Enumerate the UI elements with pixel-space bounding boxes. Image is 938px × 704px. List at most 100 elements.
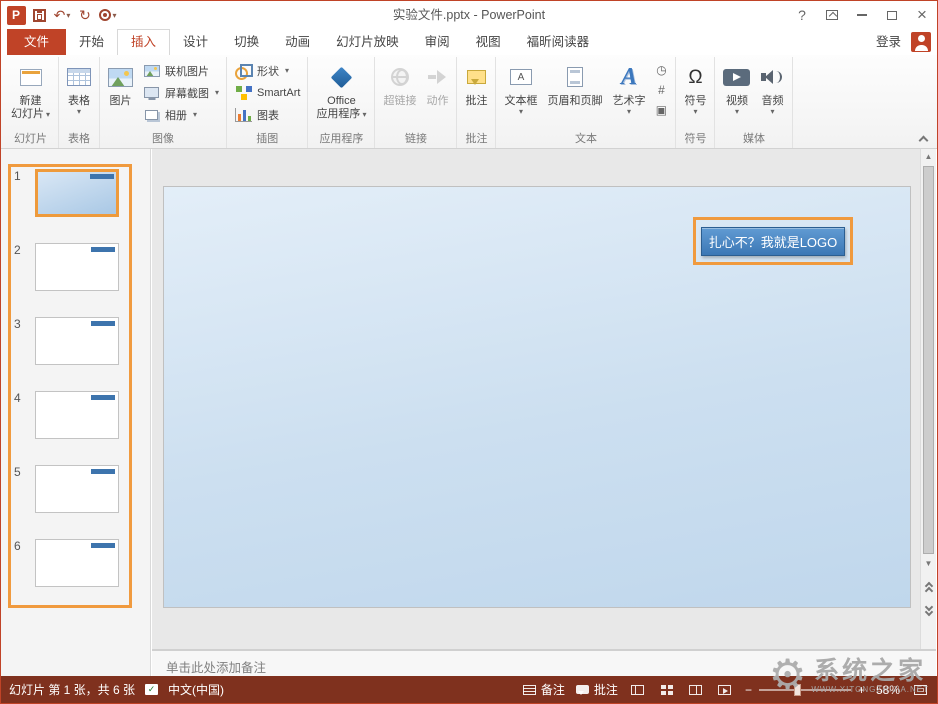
app-button[interactable]: P — [6, 4, 26, 26]
tab-foxit-reader[interactable]: 福昕阅读器 — [514, 29, 603, 55]
action-button[interactable]: 动作 — [422, 58, 452, 133]
tab-home[interactable]: 开始 — [66, 29, 117, 55]
tab-review[interactable]: 审阅 — [412, 29, 463, 55]
slide-number-button[interactable]: # — [651, 80, 671, 99]
slide-counter[interactable]: 幻灯片 第 1 张，共 6 张 — [9, 681, 135, 698]
tab-design[interactable]: 设计 — [170, 29, 221, 55]
slideshow-view-button[interactable] — [716, 681, 734, 699]
slide-thumbnail-6[interactable] — [35, 539, 119, 587]
fit-to-window-button[interactable] — [911, 681, 929, 699]
save-icon — [33, 9, 46, 22]
slide-sorter-view-button[interactable] — [658, 681, 676, 699]
zoom-control: − + — [745, 683, 865, 697]
slide-thumbnail-1[interactable] — [35, 169, 119, 217]
collapse-ribbon-button[interactable] — [920, 137, 927, 144]
slide-thumbnail-4[interactable] — [35, 391, 119, 439]
reading-view-button[interactable] — [687, 681, 705, 699]
language-button[interactable]: 中文(中国) — [168, 681, 224, 698]
minimize-button[interactable] — [847, 1, 877, 29]
comments-icon — [576, 685, 589, 694]
zoom-slider-thumb[interactable] — [794, 684, 801, 696]
slide-number-label: 1 — [14, 169, 21, 183]
online-pictures-button[interactable]: 联机图片 — [139, 60, 222, 81]
tab-slideshow[interactable]: 幻灯片放映 — [323, 29, 412, 55]
sign-in-button[interactable]: 登录 — [866, 29, 911, 55]
next-slide-button[interactable] — [921, 601, 936, 621]
slide-thumbnails-panel: 1 2 3 4 5 6 — [1, 149, 151, 676]
audio-button[interactable]: 音频 ▾ — [756, 58, 788, 133]
smartart-button[interactable]: SmartArt — [231, 82, 303, 103]
slide-thumbnail-3[interactable] — [35, 317, 119, 365]
fit-to-window-icon — [914, 685, 927, 695]
video-button[interactable]: 视频 ▾ — [719, 58, 754, 133]
notes-pane[interactable]: 单击此处添加备注 — [152, 649, 936, 678]
zoom-slider[interactable] — [759, 689, 851, 691]
scroll-down-button[interactable]: ▼ — [921, 556, 936, 571]
help-button[interactable]: ? — [787, 1, 817, 29]
table-icon — [67, 68, 91, 86]
group-label-illustrations: 插图 — [227, 130, 307, 146]
account-avatar[interactable] — [911, 32, 931, 52]
zoom-out-button[interactable]: − — [745, 683, 752, 697]
slide-thumbnail-2[interactable] — [35, 243, 119, 291]
previous-slide-button[interactable] — [921, 577, 936, 597]
maximize-button[interactable] — [877, 1, 907, 29]
header-footer-icon — [567, 67, 583, 87]
minimize-icon — [857, 14, 867, 16]
action-icon — [428, 70, 446, 84]
slide-thumbnail-5[interactable] — [35, 465, 119, 513]
touch-mode-button[interactable]: ▾ — [98, 4, 118, 26]
screenshot-button[interactable]: 屏幕截图▾ — [139, 82, 222, 103]
reading-view-icon — [689, 685, 702, 695]
zoom-percentage[interactable]: 58% — [876, 683, 900, 697]
spell-check-icon: ✓ — [145, 684, 158, 695]
hyperlink-button[interactable]: 超链接 — [379, 58, 420, 133]
notes-toggle-button[interactable]: 备注 — [523, 681, 565, 698]
thumbnail-logo-shape — [91, 247, 115, 252]
text-box-icon: A — [510, 69, 532, 85]
normal-view-button[interactable] — [629, 681, 647, 699]
undo-button[interactable]: ↶▾ — [52, 4, 72, 26]
ribbon-group-text: A 文本框 ▾ 页眉和页脚 A 艺术字 ▾ ◷ # ▣ — [496, 57, 676, 148]
tab-file[interactable]: 文件 — [7, 29, 66, 55]
tab-animations[interactable]: 动画 — [272, 29, 323, 55]
tab-insert[interactable]: 插入 — [117, 29, 170, 55]
thumbnail-logo-shape — [91, 395, 115, 400]
notes-icon — [523, 685, 536, 695]
spell-check-button[interactable]: ✓ — [145, 684, 158, 695]
office-apps-button[interactable]: Office 应用程序▾ — [312, 58, 370, 133]
title-bar: P ↶▾ ↻ ▾ 实验文件.pptx - PowerPoint ? × — [1, 1, 937, 29]
comments-toggle-button[interactable]: 批注 — [576, 681, 618, 698]
symbol-button[interactable]: Ω 符号 ▾ — [680, 58, 710, 133]
close-button[interactable]: × — [907, 1, 937, 29]
date-time-button[interactable]: ◷ — [651, 60, 671, 79]
slide-number-label: 4 — [14, 391, 21, 405]
object-button[interactable]: ▣ — [651, 100, 671, 119]
photo-album-button[interactable]: 相册▾ — [139, 104, 222, 125]
table-button[interactable]: 表格 ▾ — [63, 58, 95, 133]
ribbon-display-options-button[interactable] — [817, 1, 847, 29]
touch-mode-icon — [99, 9, 111, 21]
tab-view[interactable]: 视图 — [463, 29, 514, 55]
photo-album-icon — [145, 110, 158, 120]
scrollbar-thumb[interactable] — [923, 166, 934, 554]
text-box-button[interactable]: A 文本框 ▾ — [500, 58, 541, 133]
ribbon-display-options-icon — [826, 10, 838, 20]
chart-button[interactable]: 图表 — [231, 104, 303, 125]
shapes-button[interactable]: 形状▾ — [231, 60, 303, 81]
redo-button[interactable]: ↻ — [75, 4, 95, 26]
smartart-icon — [236, 86, 252, 100]
header-footer-button[interactable]: 页眉和页脚 — [543, 58, 606, 133]
new-slide-button[interactable]: 新建 幻灯片▾ — [7, 58, 54, 133]
video-icon — [723, 69, 750, 86]
comment-button[interactable]: 批注 — [461, 58, 491, 133]
save-button[interactable] — [29, 4, 49, 26]
hyperlink-icon — [391, 68, 409, 86]
logo-shape[interactable]: 扎心不？我就是LOGO — [701, 227, 845, 256]
pictures-button[interactable]: 图片 — [104, 58, 137, 133]
zoom-in-button[interactable]: + — [858, 683, 865, 697]
vertical-scrollbar[interactable]: ▲ ▼ — [920, 149, 936, 649]
tab-transitions[interactable]: 切换 — [221, 29, 272, 55]
scroll-up-button[interactable]: ▲ — [921, 149, 936, 164]
wordart-button[interactable]: A 艺术字 ▾ — [608, 58, 649, 133]
